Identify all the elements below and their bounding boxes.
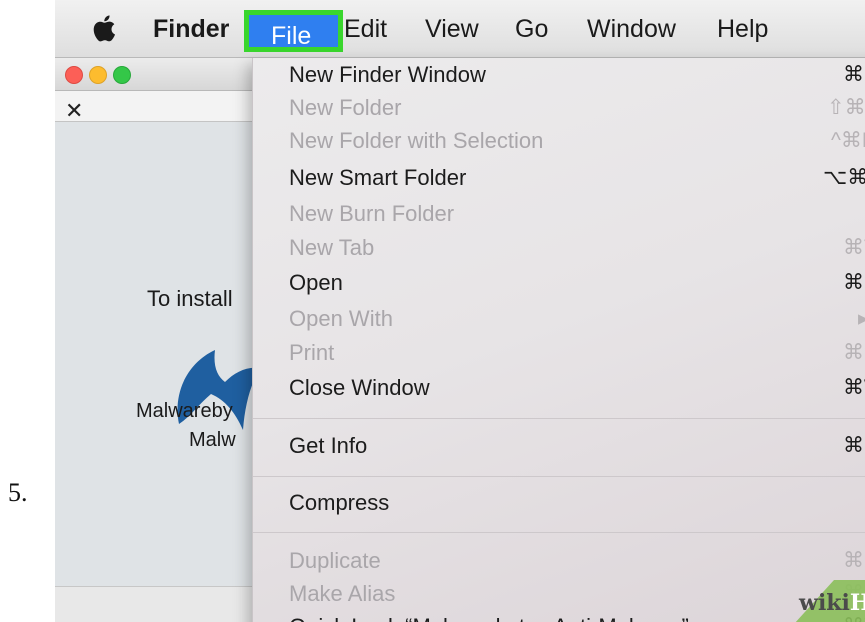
- app-name-line-2: Malw: [189, 429, 236, 451]
- install-instruction-text: To install: [147, 286, 233, 311]
- shortcut-new-folder: ⇧⌘N: [827, 96, 865, 119]
- menu-view[interactable]: View: [425, 14, 479, 44]
- menu-bar: Finder File Edit View Go Window Help: [55, 0, 865, 58]
- menu-item-open-with: Open With: [289, 306, 393, 331]
- menu-go[interactable]: Go: [515, 14, 548, 44]
- menu-file[interactable]: File: [244, 10, 343, 52]
- file-menu-dropdown: New Finder Window ⌘N New Folder ⇧⌘N New …: [252, 58, 865, 622]
- menu-item-new-folder-with-selection: New Folder with Selection: [289, 128, 544, 153]
- zoom-window-button[interactable]: [113, 66, 131, 84]
- menu-item-duplicate: Duplicate: [289, 548, 381, 573]
- menu-separator: [253, 476, 865, 477]
- watermark-how: How: [849, 590, 865, 616]
- menu-item-quick-look[interactable]: Quick Look “Malwarebytes Anti-Malware”: [289, 614, 689, 622]
- menu-item-compress[interactable]: Compress: [289, 490, 389, 516]
- shortcut-close-window: ⌘W: [843, 376, 865, 399]
- menu-finder[interactable]: Finder: [153, 14, 229, 44]
- screenshot: Finder File Edit View Go Window Help ✕ T…: [55, 0, 865, 622]
- tools-icon[interactable]: ✕: [65, 98, 83, 124]
- wikihow-watermark: wikiHow: [799, 590, 865, 616]
- menu-item-open[interactable]: Open: [289, 270, 343, 296]
- step-number: 5.: [8, 478, 28, 507]
- close-window-button[interactable]: [65, 66, 83, 84]
- menu-item-new-folder: New Folder: [289, 95, 402, 120]
- page: 5. Finder File Edit View Go Window Help …: [0, 0, 865, 622]
- menu-item-print: Print: [289, 340, 335, 365]
- shortcut-new-tab: ⌘T: [843, 236, 865, 259]
- shortcut-new-smart-folder: ⌥⌘N: [823, 166, 865, 189]
- menu-item-get-info[interactable]: Get Info: [289, 433, 367, 459]
- malwarebytes-logo-icon[interactable]: [173, 346, 263, 438]
- menu-separator: [253, 418, 865, 419]
- watermark-wiki: wiki: [799, 590, 850, 616]
- menu-item-new-finder-window[interactable]: New Finder Window: [289, 62, 486, 88]
- menu-item-new-smart-folder[interactable]: New Smart Folder: [289, 165, 466, 191]
- app-name-line-1: Malwareby: [136, 400, 233, 422]
- menu-edit[interactable]: Edit: [344, 14, 387, 44]
- menu-item-close-window[interactable]: Close Window: [289, 375, 430, 401]
- shortcut-new-folder-with-selection: ^⌘N: [831, 129, 865, 152]
- menu-item-make-alias: Make Alias: [289, 581, 396, 606]
- menu-window[interactable]: Window: [587, 14, 676, 44]
- submenu-arrow-icon: ▸: [858, 307, 865, 330]
- menu-item-new-burn-folder: New Burn Folder: [289, 201, 455, 226]
- shortcut-duplicate: ⌘D: [843, 549, 865, 572]
- apple-icon[interactable]: [91, 12, 117, 44]
- shortcut-print: ⌘P: [843, 341, 865, 364]
- menu-help[interactable]: Help: [717, 14, 768, 44]
- shortcut-get-info: ⌘I: [843, 434, 865, 457]
- shortcut-new-finder-window: ⌘N: [843, 63, 865, 86]
- minimize-window-button[interactable]: [89, 66, 107, 84]
- shortcut-open: ⌘O: [843, 271, 865, 294]
- menu-separator: [253, 532, 865, 533]
- menu-item-new-tab: New Tab: [289, 235, 375, 260]
